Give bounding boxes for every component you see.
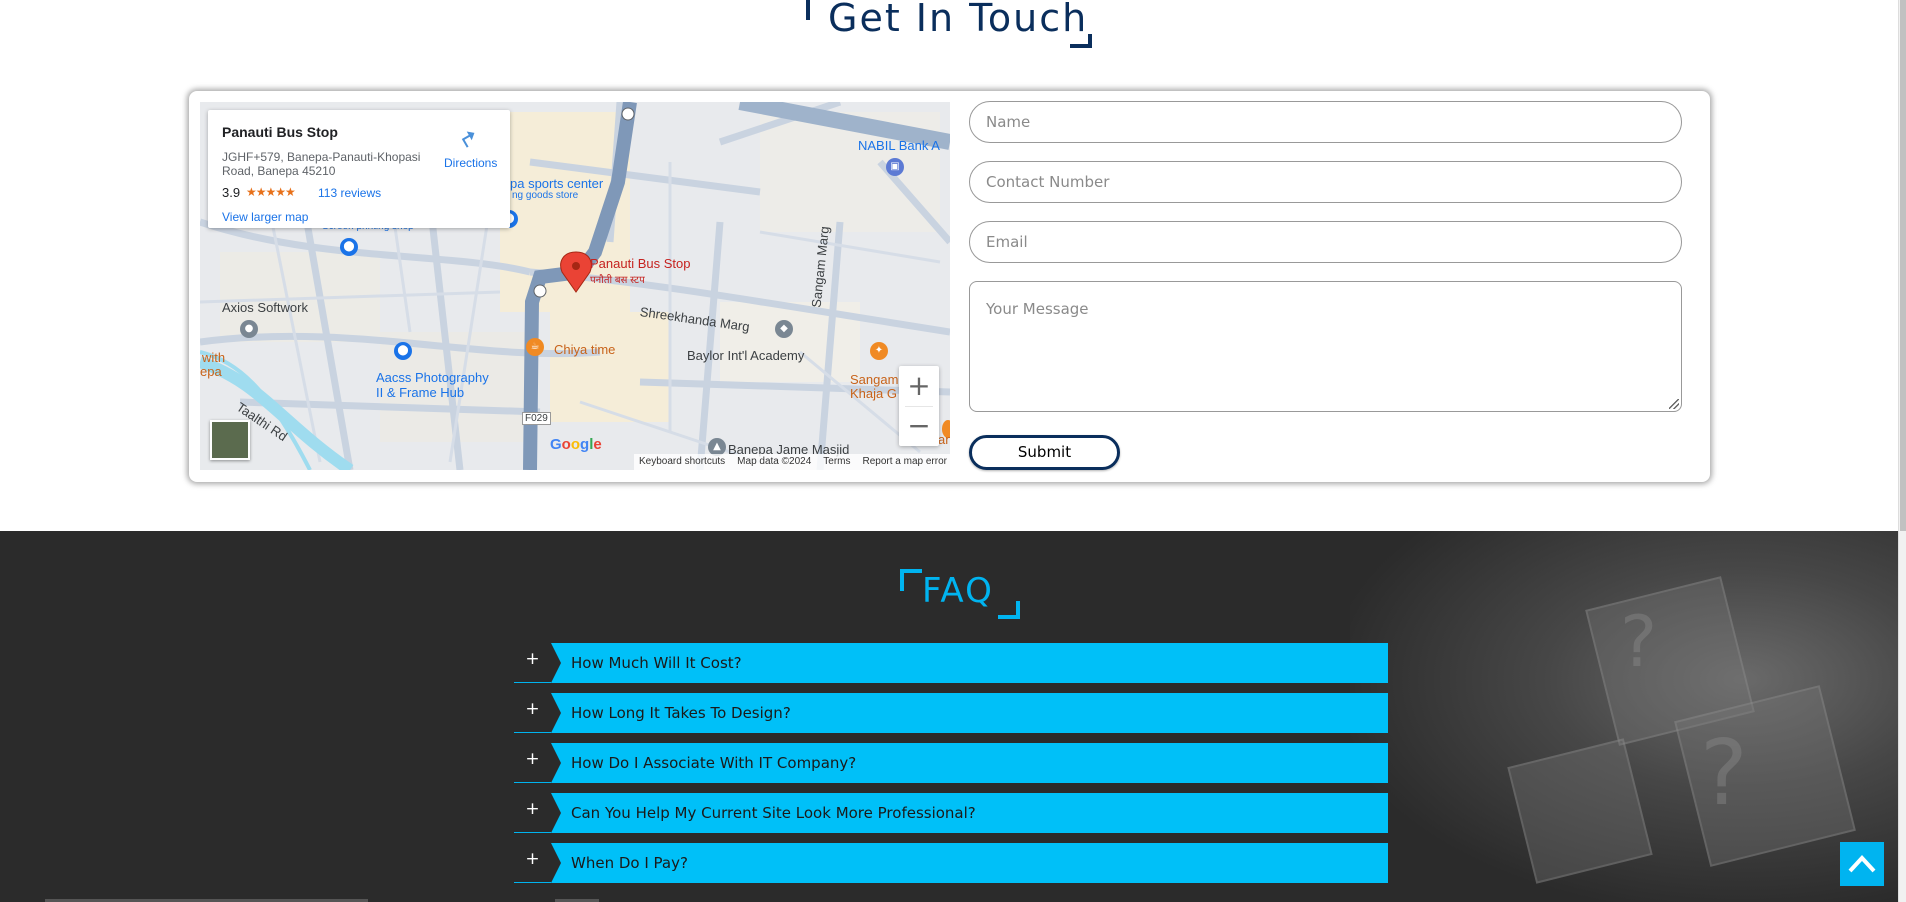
view-larger-map-link[interactable]: View larger map bbox=[222, 210, 308, 224]
heading-corner-decoration bbox=[1070, 34, 1092, 48]
name-placeholder: Name bbox=[986, 113, 1031, 131]
zoom-in-button[interactable]: + bbox=[899, 366, 939, 406]
faq-question[interactable]: When Do I Pay? bbox=[571, 854, 688, 872]
directions-link[interactable]: Directions bbox=[444, 156, 497, 170]
place-address: JGHF+579, Banepa-Panauti-Khopasi Road, B… bbox=[222, 150, 421, 178]
map-label: II & Frame Hub bbox=[376, 385, 465, 400]
map-data-text: Map data ©2024 bbox=[737, 456, 812, 467]
name-field[interactable]: Name bbox=[969, 101, 1682, 143]
map-label: ng goods store bbox=[512, 190, 579, 201]
message-textarea[interactable]: Your Message bbox=[969, 281, 1682, 412]
map-label: Sangam bbox=[850, 372, 899, 387]
zoom-controls: + − bbox=[899, 366, 939, 446]
place-info-card: Panauti Bus Stop JGHF+579, Banepa-Panaut… bbox=[208, 110, 510, 228]
submit-button[interactable]: Submit bbox=[969, 435, 1120, 470]
map-label: with bbox=[202, 350, 226, 365]
back-to-top-button[interactable] bbox=[1840, 842, 1884, 886]
map-label: Axios Softwork bbox=[222, 300, 308, 315]
scrollbar-thumb[interactable] bbox=[1900, 0, 1906, 531]
faq-question[interactable]: How Long It Takes To Design? bbox=[571, 704, 791, 722]
faq-notch bbox=[551, 843, 561, 883]
map-footer: Keyboard shortcuts Map data ©2024 Terms Rep… bbox=[634, 454, 950, 470]
google-logo: Google bbox=[550, 436, 602, 453]
page: Get In Touch ⬤ ▣ ● ⬤ ☕ ◆ ✦ ▲ Panauti Bus… bbox=[0, 0, 1906, 902]
keyboard-shortcuts-link[interactable]: Keyboard shortcuts bbox=[639, 456, 725, 467]
faq-item[interactable]: + When Do I Pay? bbox=[514, 843, 1388, 883]
map-label: Khaja G bbox=[850, 386, 897, 401]
faq-notch bbox=[551, 743, 561, 783]
faq-notch bbox=[551, 793, 561, 833]
faq-notch bbox=[551, 643, 561, 683]
map-label: epa bbox=[200, 364, 222, 379]
vertical-scrollbar[interactable] bbox=[1898, 0, 1906, 902]
faq-question[interactable]: How Much Will It Cost? bbox=[571, 654, 742, 672]
poi-restaurant-icon[interactable]: ✦ bbox=[870, 342, 888, 360]
faq-toggle[interactable]: + bbox=[514, 693, 551, 733]
report-map-error-link[interactable]: Report a map error bbox=[863, 456, 947, 467]
heading-corner-decoration bbox=[998, 601, 1020, 619]
plus-icon: + bbox=[525, 799, 540, 819]
faq-item[interactable]: + Can You Help My Current Site Look More… bbox=[514, 793, 1388, 833]
poi-shop-icon[interactable]: ⬤ bbox=[340, 238, 358, 256]
map-label: Baylor Int'l Academy bbox=[687, 348, 805, 363]
resize-handle-icon[interactable] bbox=[1669, 399, 1679, 409]
get-in-touch-title: Get In Touch bbox=[828, 0, 1089, 40]
poi-bank-icon[interactable]: ▣ bbox=[886, 158, 904, 176]
reviews-link[interactable]: 113 reviews bbox=[318, 186, 381, 200]
faq-section: ? ? FAQ + How Much Will It Cost? + How L… bbox=[0, 531, 1898, 902]
map-label: Aacss Photography bbox=[376, 370, 489, 385]
faq-item[interactable]: + How Long It Takes To Design? bbox=[514, 693, 1388, 733]
faq-toggle[interactable]: + bbox=[514, 743, 551, 783]
question-mark-icon: ? bbox=[1620, 601, 1658, 683]
contact-number-field[interactable]: Contact Number bbox=[969, 161, 1682, 203]
faq-toggle[interactable]: + bbox=[514, 643, 551, 683]
plus-icon: + bbox=[525, 849, 540, 869]
plus-icon: + bbox=[525, 649, 540, 669]
poi-place-icon[interactable]: ● bbox=[240, 320, 258, 338]
get-in-touch-heading: Get In Touch bbox=[806, 0, 1096, 50]
email-field[interactable]: Email bbox=[969, 221, 1682, 263]
contact-number-placeholder: Contact Number bbox=[986, 173, 1110, 191]
message-placeholder: Your Message bbox=[986, 300, 1089, 318]
place-rating: 3.9 bbox=[222, 185, 241, 200]
faq-notch bbox=[551, 693, 561, 733]
faq-item[interactable]: + How Much Will It Cost? bbox=[514, 643, 1388, 683]
poi-school-icon[interactable]: ◆ bbox=[775, 320, 793, 338]
directions-icon[interactable] bbox=[455, 124, 479, 148]
faq-title: FAQ bbox=[922, 571, 994, 611]
map-label: an bbox=[938, 432, 950, 447]
faq-heading: FAQ bbox=[900, 569, 1020, 619]
zoom-out-button[interactable]: − bbox=[899, 406, 939, 446]
terms-link[interactable]: Terms bbox=[823, 456, 850, 467]
map-label: NABIL Bank A bbox=[858, 138, 940, 153]
poi-shop-icon[interactable]: ⬤ bbox=[394, 342, 412, 360]
pin-label: Panauti Bus Stop bbox=[590, 256, 691, 271]
heading-corner-decoration bbox=[900, 569, 922, 591]
heading-corner-decoration bbox=[806, 0, 820, 20]
road-sign: F029 bbox=[522, 412, 551, 425]
place-name: Panauti Bus Stop bbox=[222, 124, 338, 140]
map-label: pa sports center bbox=[510, 176, 604, 191]
faq-toggle[interactable]: + bbox=[514, 793, 551, 833]
faq-toggle[interactable]: + bbox=[514, 843, 551, 883]
plus-icon: + bbox=[525, 699, 540, 719]
question-mark-icon: ? bbox=[1700, 721, 1748, 826]
embedded-map[interactable]: ⬤ ⬤ ▣ ● ⬤ ☕ ◆ ✦ ▲ Panauti Bus Stop पनौती… bbox=[200, 102, 950, 470]
email-placeholder: Email bbox=[986, 233, 1028, 251]
pin-label-local: पनौती बस स्टप bbox=[590, 275, 645, 286]
rating-stars-icon: ★★★★★ bbox=[246, 185, 296, 199]
plus-icon: + bbox=[525, 749, 540, 769]
satellite-toggle[interactable] bbox=[210, 420, 250, 460]
map-label: Chiya time bbox=[554, 342, 616, 357]
faq-item[interactable]: + How Do I Associate With IT Company? bbox=[514, 743, 1388, 783]
poi-cafe-icon[interactable]: ☕ bbox=[526, 338, 544, 356]
faq-question[interactable]: Can You Help My Current Site Look More P… bbox=[571, 804, 976, 822]
chevron-up-icon bbox=[1848, 855, 1876, 873]
faq-question[interactable]: How Do I Associate With IT Company? bbox=[571, 754, 856, 772]
